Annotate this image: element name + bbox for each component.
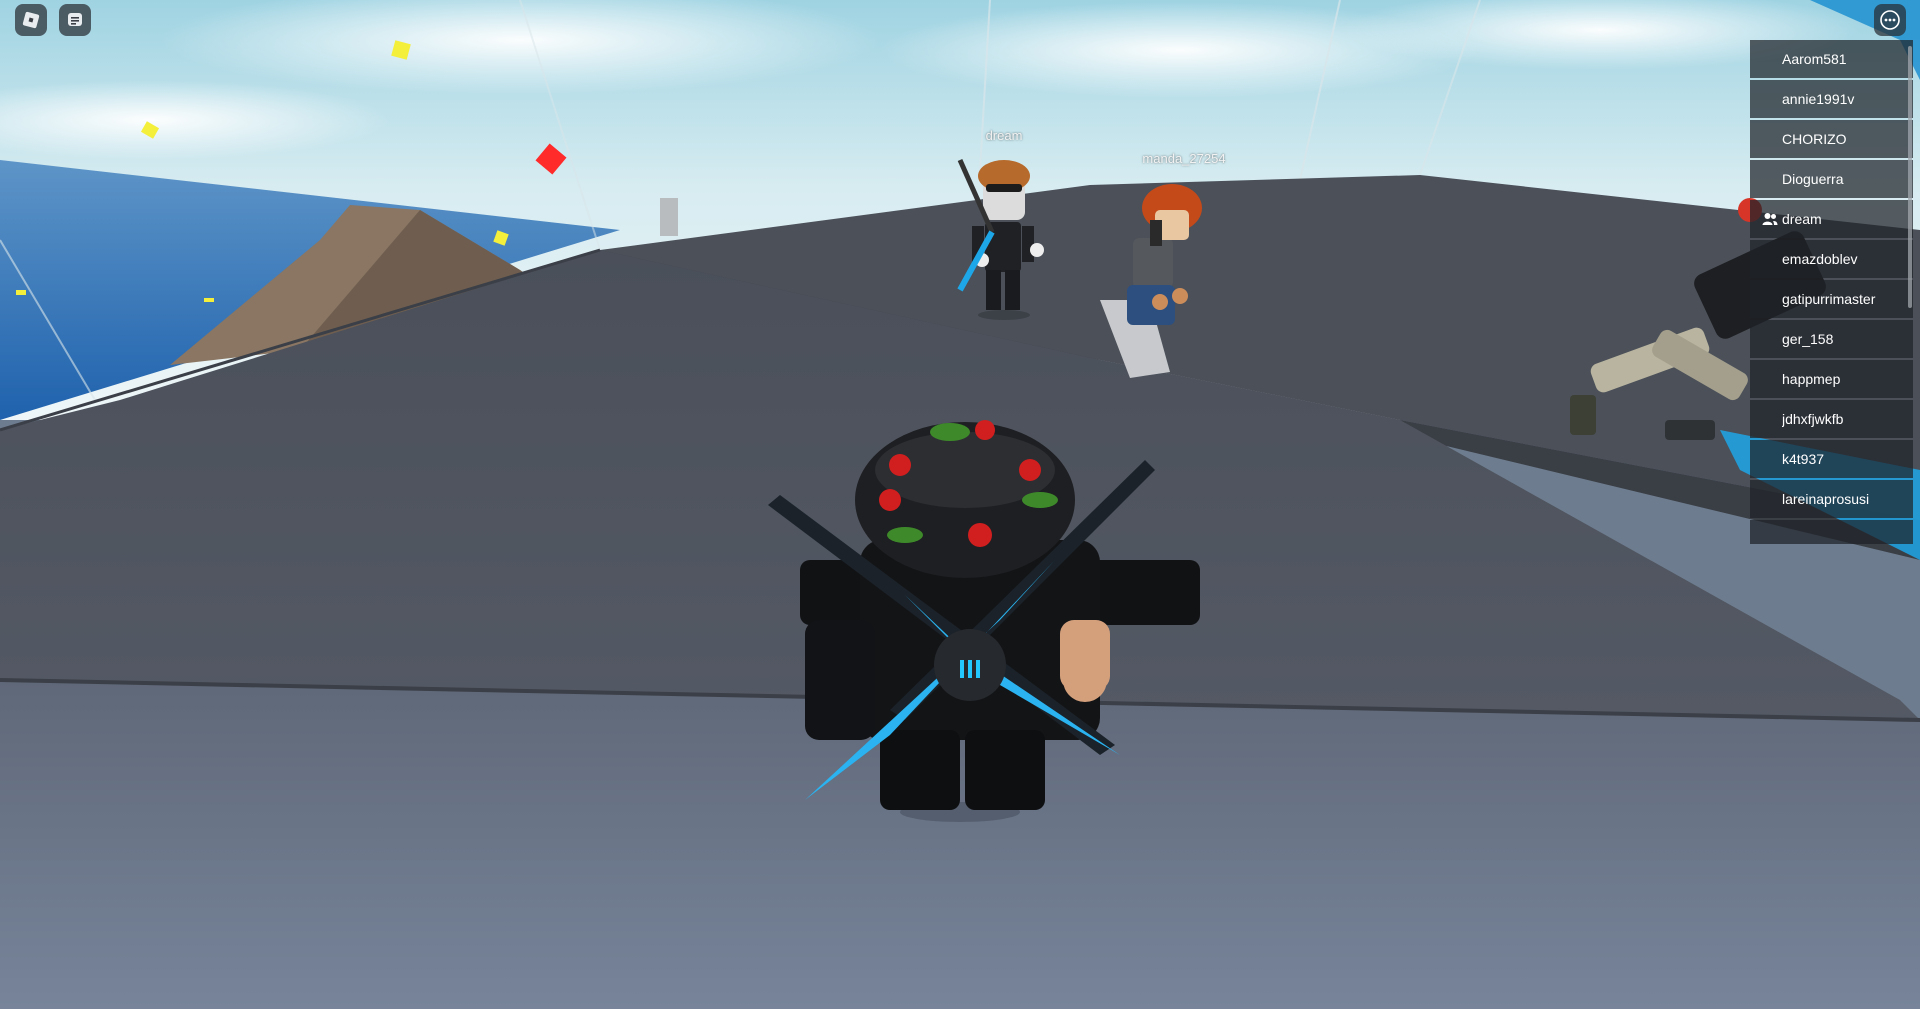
player-name: jdhxfjwkfb [1782,411,1844,427]
player-name: annie1991v [1782,91,1855,107]
player-row[interactable]: Aarom581 [1750,40,1913,78]
chat-icon [68,13,82,26]
player-row[interactable]: gatipurrimaster [1750,280,1913,318]
player-name: emazdoblev [1782,251,1858,267]
friends-icon [1762,213,1778,225]
player-row[interactable]: lareinaprosusi [1750,480,1913,518]
chat-button[interactable] [59,4,91,36]
player-list-items: Aarom581 annie1991v CHORIZO Dioguerra dr… [1750,40,1913,544]
name-tag-manda: manda_27254 [1142,151,1226,166]
floating-cube [16,290,26,295]
player-row[interactable]: k4t937 [1750,440,1913,478]
more-options-button[interactable] [1874,4,1906,36]
player-row[interactable]: ger_158 [1750,320,1913,358]
player-name: ger_158 [1782,331,1834,347]
roblox-logo-icon [22,11,40,29]
player-row[interactable]: jdhxfjwkfb [1750,400,1913,438]
game-viewport[interactable]: dream manda_27254 Aarom581 annie1991v CH… [0,0,1920,1009]
game-scene[interactable] [0,0,1920,1009]
tower [660,198,678,236]
player-row-partial[interactable] [1750,520,1913,544]
player-name: CHORIZO [1782,131,1847,147]
player-row[interactable]: emazdoblev [1750,240,1913,278]
player-name: happmep [1782,371,1841,387]
roblox-menu-button[interactable] [15,4,47,36]
player-name: lareinaprosusi [1782,491,1870,507]
player-name: k4t937 [1782,451,1825,467]
player-name: gatipurrimaster [1782,291,1876,307]
player-name: Aarom581 [1782,51,1847,67]
player-list-scrollbar[interactable] [1908,46,1912,308]
name-tag-dream: dream [985,128,1023,143]
floating-cube [204,298,214,302]
more-options-icon [1880,10,1900,30]
player-row[interactable]: Dioguerra [1750,160,1913,198]
player-row[interactable]: happmep [1750,360,1913,398]
player-row[interactable]: annie1991v [1750,80,1913,118]
player-row[interactable]: CHORIZO [1750,120,1913,158]
player-name: Dioguerra [1782,171,1844,187]
player-list[interactable]: Aarom581 annie1991v CHORIZO Dioguerra dr… [1750,40,1913,544]
player-name: dream [1782,211,1822,227]
player-row-friend[interactable]: dream [1750,200,1913,238]
